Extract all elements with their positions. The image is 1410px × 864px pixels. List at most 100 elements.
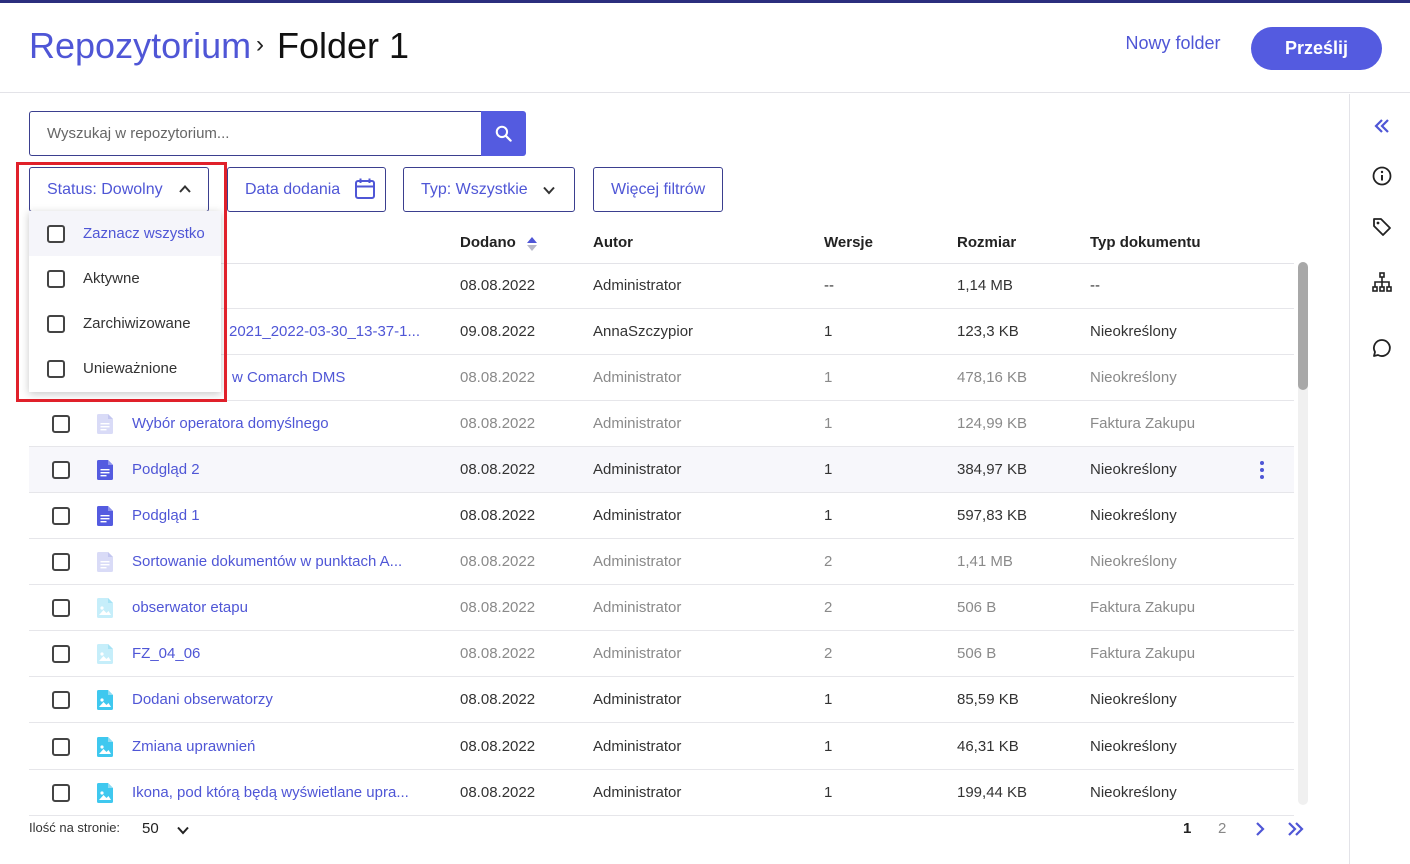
column-author[interactable]: Autor (593, 234, 633, 251)
row-file-name[interactable]: 2021_2022-03-30_13-37-1... (229, 323, 420, 340)
status-option-select-all[interactable]: Zaznacz wszystko (29, 211, 221, 256)
row-file-name[interactable]: Wybór operatora domyślnego (132, 415, 329, 432)
per-page-select[interactable]: 50 (142, 820, 159, 837)
row-author: Administrator (593, 645, 682, 662)
row-added: 08.08.2022 (460, 415, 536, 432)
row-file-name[interactable]: Ikona, pod którą będą wyświetlane upra..… (132, 784, 409, 801)
next-page-icon[interactable] (1252, 821, 1268, 837)
last-page-icon[interactable] (1286, 821, 1306, 837)
table-row[interactable]: Zmiana uprawnień 08.08.2022 Administrato… (29, 724, 1294, 770)
type-filter[interactable]: Typ: Wszystkie (403, 167, 575, 212)
row-checkbox[interactable] (52, 415, 70, 433)
row-file-name[interactable]: obserwator etapu (132, 599, 248, 616)
page-header: Repozytorium › Folder 1 Nowy folder Prze… (0, 3, 1410, 93)
info-icon[interactable] (1370, 164, 1394, 188)
comment-icon[interactable] (1370, 336, 1394, 360)
table-row[interactable]: Wybór operatora domyślnego 08.08.2022 Ad… (29, 401, 1294, 447)
row-checkbox[interactable] (52, 691, 70, 709)
row-author: Administrator (593, 599, 682, 616)
column-versions[interactable]: Wersje (824, 234, 873, 251)
row-added: 09.08.2022 (460, 323, 536, 340)
table-row[interactable]: Podgląd 2 08.08.2022 Administrator 1 384… (29, 447, 1294, 493)
row-checkbox[interactable] (52, 738, 70, 756)
scrollbar-thumb[interactable] (1298, 262, 1308, 390)
table-row[interactable]: Sortowanie dokumentów w punktach A... 08… (29, 539, 1294, 585)
row-size: 597,83 KB (957, 507, 1028, 524)
row-versions: -- (824, 277, 834, 294)
table-row[interactable]: Dodani obserwatorzy 08.08.2022 Administr… (29, 677, 1294, 723)
row-checkbox[interactable] (52, 553, 70, 571)
document-icon (97, 506, 113, 526)
row-size: 478,16 KB (957, 369, 1028, 386)
option-checkbox[interactable] (47, 360, 65, 378)
new-folder-button[interactable]: Nowy folder (1110, 33, 1236, 54)
collapse-panel-icon[interactable] (1370, 114, 1394, 138)
page-1[interactable]: 1 (1183, 820, 1191, 837)
table-row[interactable]: FZ_04_06 08.08.2022 Administrator 2 506 … (29, 631, 1294, 677)
row-size: 506 B (957, 599, 997, 616)
row-doc-type: Nieokreślony (1090, 738, 1177, 755)
status-filter-label: Status: Dowolny (47, 181, 163, 198)
breadcrumb-separator: › (256, 31, 264, 58)
row-checkbox[interactable] (52, 461, 70, 479)
row-size: 1,41 MB (957, 553, 1013, 570)
row-checkbox[interactable] (52, 784, 70, 802)
more-filters-button[interactable]: Więcej filtrów (593, 167, 723, 212)
table-row[interactable]: Ikona, pod którą będą wyświetlane upra..… (29, 770, 1294, 816)
row-checkbox[interactable] (52, 599, 70, 617)
sort-icon[interactable] (526, 236, 538, 252)
column-added[interactable]: Dodano (460, 234, 516, 251)
option-checkbox[interactable] (47, 270, 65, 288)
row-author: Administrator (593, 461, 682, 478)
status-option-active[interactable]: Aktywne (29, 256, 221, 301)
option-checkbox[interactable] (47, 315, 65, 333)
row-file-name[interactable]: w Comarch DMS (232, 369, 345, 386)
document-icon (97, 552, 113, 572)
date-filter-label: Data dodania (245, 181, 341, 198)
image-file-icon (97, 690, 113, 710)
row-checkbox[interactable] (52, 645, 70, 663)
status-filter[interactable]: Status: Dowolny (29, 167, 209, 212)
document-icon (97, 460, 113, 480)
row-versions: 1 (824, 415, 833, 432)
table-row[interactable]: obserwator etapu 08.08.2022 Administrato… (29, 585, 1294, 631)
row-added: 08.08.2022 (460, 277, 536, 294)
table-row[interactable]: Podgląd 1 08.08.2022 Administrator 1 597… (29, 493, 1294, 539)
upload-button[interactable]: Prześlij (1251, 27, 1382, 70)
search-input[interactable] (30, 112, 482, 155)
image-file-icon (97, 644, 113, 664)
column-size[interactable]: Rozmiar (957, 234, 1016, 251)
hierarchy-icon[interactable] (1370, 270, 1394, 294)
row-versions: 1 (824, 738, 833, 755)
status-option-invalidated[interactable]: Unieważnione (29, 346, 221, 391)
row-file-name[interactable]: FZ_04_06 (132, 645, 200, 662)
row-added: 08.08.2022 (460, 507, 536, 524)
row-file-name[interactable]: Dodani obserwatorzy (132, 691, 273, 708)
row-file-name[interactable]: Podgląd 1 (132, 507, 200, 524)
row-versions: 1 (824, 691, 833, 708)
status-option-archived[interactable]: Zarchiwizowane (29, 301, 221, 346)
date-filter[interactable]: Data dodania (227, 167, 386, 212)
row-added: 08.08.2022 (460, 784, 536, 801)
row-file-name[interactable]: Sortowanie dokumentów w punktach A... (132, 553, 402, 570)
option-checkbox[interactable] (47, 225, 65, 243)
search-button[interactable] (481, 111, 526, 156)
chevron-up-icon (179, 185, 191, 193)
row-size: 199,44 KB (957, 784, 1028, 801)
row-file-name[interactable]: Zmiana uprawnień (132, 738, 255, 755)
row-doc-type: Nieokreślony (1090, 461, 1177, 478)
chevron-down-icon[interactable] (176, 823, 190, 837)
row-size: 506 B (957, 645, 997, 662)
per-page-label: Ilość na stronie: (29, 820, 121, 835)
tag-icon[interactable] (1370, 215, 1394, 239)
row-checkbox[interactable] (52, 507, 70, 525)
breadcrumb-root[interactable]: Repozytorium (29, 25, 251, 67)
page-2[interactable]: 2 (1218, 820, 1226, 837)
more-actions-icon[interactable] (1254, 460, 1270, 480)
row-author: Administrator (593, 277, 682, 294)
row-versions: 1 (824, 461, 833, 478)
row-file-name[interactable]: Podgląd 2 (132, 461, 200, 478)
row-doc-type: Nieokreślony (1090, 507, 1177, 524)
column-doc-type[interactable]: Typ dokumentu (1090, 234, 1201, 251)
option-label: Zaznacz wszystko (83, 225, 205, 242)
